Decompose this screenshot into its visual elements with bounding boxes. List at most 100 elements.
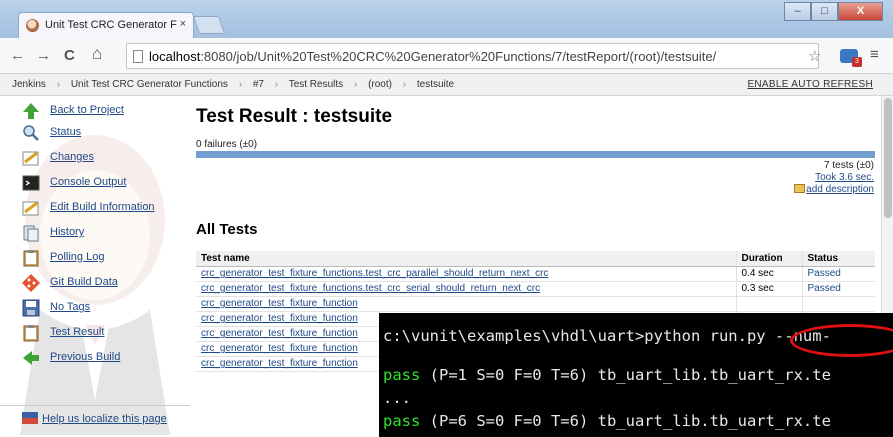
address-bar[interactable]: localhost:8080/job/Unit%20Test%20CRC%20G…	[126, 43, 819, 69]
test-name-link[interactable]: crc_generator_test_fixture_function	[201, 358, 358, 369]
sidebar-item-label[interactable]: Changes	[50, 151, 94, 163]
duration-cell: 0.4 sec	[735, 266, 802, 282]
magnifier-icon	[23, 125, 39, 141]
tab-close-icon[interactable]: ×	[180, 18, 186, 30]
took-link[interactable]: Took 3.6 sec.	[815, 172, 874, 183]
console-result-line: pass (P=6 S=0 F=0 T=6) tb_uart_lib.tb_ua…	[383, 412, 831, 430]
browser-tab[interactable]: Unit Test CRC Generator F ×	[18, 12, 194, 38]
page-title: Test Result : testsuite	[196, 106, 393, 127]
breadcrumb-test-results[interactable]: Test Results	[289, 79, 343, 90]
console-overlay: c:\vunit\examples\vhdl\uart>python run.p…	[379, 313, 893, 437]
notepad-icon	[22, 151, 39, 166]
sidebar-item-label[interactable]: Status	[50, 126, 81, 138]
forward-arrow-icon[interactable]: →	[36, 47, 51, 64]
table-row: crc_generator_test_fixture_function	[196, 296, 875, 312]
all-tests-heading: All Tests	[196, 221, 258, 238]
failures-summary: 0 failures (±0)	[196, 139, 258, 150]
tab-title: Unit Test CRC Generator F	[45, 19, 177, 31]
column-header-duration[interactable]: Duration	[735, 251, 802, 267]
sidebar-item-label[interactable]: Edit Build Information	[50, 201, 155, 213]
up-arrow-icon	[23, 103, 39, 119]
test-name-link[interactable]: crc_generator_test_fixture_functions.tes…	[201, 283, 540, 294]
status-cell	[801, 296, 875, 312]
breadcrumb-build[interactable]: #7	[253, 79, 264, 90]
clipboard-icon	[23, 325, 39, 342]
left-arrow-icon	[23, 351, 39, 365]
pass-label: pass	[383, 412, 421, 430]
edit-notepad-icon	[794, 184, 806, 193]
breadcrumb-separator: ›	[402, 79, 407, 90]
sidebar-item-label[interactable]: No Tags	[50, 301, 90, 313]
test-name-cell: crc_generator_test_fixture_function	[196, 296, 736, 312]
column-header-status[interactable]: Status	[801, 251, 875, 267]
breadcrumb-separator: ›	[274, 79, 279, 90]
history-icon	[23, 225, 39, 242]
breadcrumb-separator: ›	[56, 79, 61, 90]
console-ellipsis-line: ...	[383, 389, 411, 407]
enable-auto-refresh-link[interactable]: ENABLE AUTO REFRESH	[747, 79, 873, 90]
terminal-icon	[22, 175, 40, 191]
jenkins-favicon-icon	[26, 19, 39, 32]
minimize-button[interactable]: –	[784, 2, 811, 21]
test-name-link[interactable]: crc_generator_test_fixture_function	[201, 298, 358, 309]
localize-flag-icon	[22, 412, 38, 424]
status-cell: Passed	[801, 281, 875, 297]
tests-count: 7 tests (±0)	[824, 160, 874, 171]
sidebar-item-label[interactable]: Console Output	[50, 176, 126, 188]
back-arrow-icon[interactable]: ←	[10, 47, 25, 64]
sidebar-item-label[interactable]: Test Result	[50, 326, 104, 338]
sidebar-item-label[interactable]: Previous Build	[50, 351, 120, 363]
breadcrumb-root[interactable]: (root)	[368, 79, 392, 90]
localize-link[interactable]: Help us localize this page	[42, 413, 167, 425]
column-header-test-name[interactable]: Test name	[196, 251, 736, 267]
pass-label: pass	[383, 366, 421, 384]
sidebar-item-label[interactable]: Back to Project	[50, 104, 124, 116]
highlight-circle	[790, 324, 893, 357]
result-text: (P=6 S=0 F=0 T=6) tb_uart_lib.tb_uart_rx…	[420, 412, 831, 430]
sidebar-item-label[interactable]: Git Build Data	[50, 276, 118, 288]
table-header-row: Test name Duration Status	[196, 251, 875, 267]
browser-menu-icon[interactable]: ≡	[870, 46, 879, 63]
table-row: crc_generator_test_fixture_functions.tes…	[196, 281, 875, 297]
browser-toolbar: ← → C ⌂ localhost:8080/job/Unit%20Test%2…	[0, 38, 893, 74]
browser-titlebar: Unit Test CRC Generator F × – □ X	[0, 0, 893, 38]
extension-icon[interactable]: 3	[840, 49, 862, 67]
table-row: crc_generator_test_fixture_functions.tes…	[196, 266, 875, 282]
url-host: localhost	[149, 49, 201, 64]
test-name-link[interactable]: crc_generator_test_fixture_function	[201, 343, 358, 354]
console-command-line: c:\vunit\examples\vhdl\uart>python run.p…	[383, 327, 831, 345]
scrollbar-thumb[interactable]	[884, 98, 892, 218]
breadcrumb-separator: ›	[353, 79, 358, 90]
close-window-button[interactable]: X	[838, 2, 883, 21]
breadcrumb-jenkins[interactable]: Jenkins	[12, 79, 46, 90]
extension-badge: 3	[852, 57, 862, 67]
add-description-link[interactable]: add description	[806, 184, 874, 195]
tests-summary: 7 tests (±0) Took 3.6 sec. add descripti…	[794, 160, 874, 196]
duration-cell	[735, 296, 802, 312]
test-name-link[interactable]: crc_generator_test_fixture_function	[201, 313, 358, 324]
sidebar-item-label[interactable]: History	[50, 226, 84, 238]
sidebar-item-label[interactable]: Polling Log	[50, 251, 104, 263]
notepad-icon	[22, 201, 39, 216]
localize-link-row[interactable]: Help us localize this page	[22, 412, 167, 425]
test-name-link[interactable]: crc_generator_test_fixture_function	[201, 328, 358, 339]
test-name-cell: crc_generator_test_fixture_functions.tes…	[196, 266, 736, 282]
maximize-button[interactable]: □	[811, 2, 838, 21]
clipboard-icon	[23, 250, 39, 267]
bookmark-star-icon[interactable]: ☆	[808, 47, 821, 65]
reload-icon[interactable]: C	[64, 47, 75, 64]
result-text: (P=1 S=0 F=0 T=6) tb_uart_lib.tb_uart_rx…	[420, 366, 831, 384]
console-result-line: pass (P=1 S=0 F=0 T=6) tb_uart_lib.tb_ua…	[383, 366, 831, 384]
breadcrumb-testsuite[interactable]: testsuite	[417, 79, 454, 90]
breadcrumb: Jenkins › Unit Test CRC Generator Functi…	[0, 74, 893, 96]
breadcrumb-job[interactable]: Unit Test CRC Generator Functions	[71, 79, 228, 90]
window-controls: – □ X	[784, 2, 883, 21]
save-icon	[22, 299, 40, 317]
url-path: :8080/job/Unit%20Test%20CRC%20Generator%…	[200, 49, 717, 64]
new-tab-button[interactable]	[192, 16, 226, 34]
test-progress-fill	[196, 151, 875, 158]
home-icon[interactable]: ⌂	[92, 44, 102, 64]
test-name-cell: crc_generator_test_fixture_functions.tes…	[196, 281, 736, 297]
page-icon	[133, 50, 143, 63]
test-name-link[interactable]: crc_generator_test_fixture_functions.tes…	[201, 268, 548, 279]
